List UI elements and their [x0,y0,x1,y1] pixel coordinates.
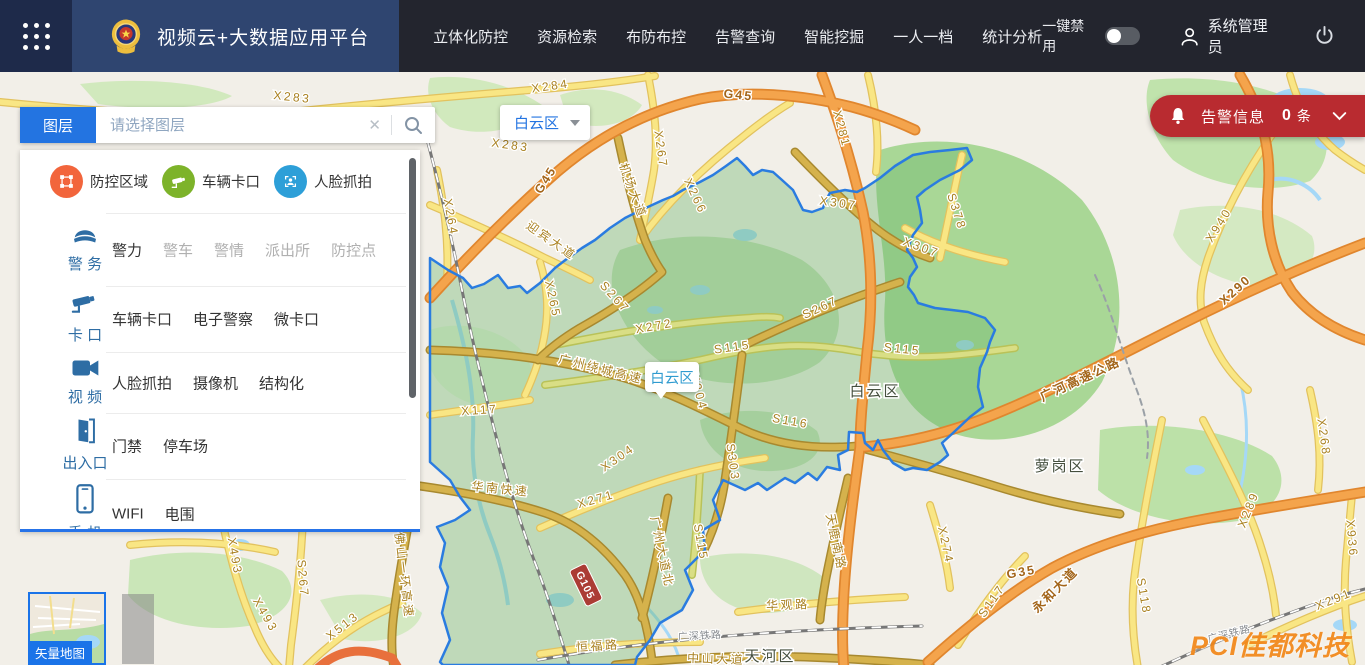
quick-layer-defense-area[interactable]: 防控区域 [50,165,148,198]
nav-item[interactable]: 立体化防控 [433,26,508,47]
category-phone[interactable]: 手 机 [56,483,114,532]
svg-text:中山大道: 中山大道 [687,650,746,665]
chevron-down-icon [570,120,580,126]
clear-search-icon[interactable]: ✕ [358,116,391,134]
nav-right-cluster: 一键禁用 系统管理员 [1042,15,1335,57]
category-row-checkpoint: 卡 口 车辆卡口电子警察微卡口 [20,286,420,352]
svg-text:萝岗区: 萝岗区 [1034,458,1085,475]
district-tooltip[interactable]: 白云区 [645,362,699,392]
quick-disable-toggle[interactable] [1105,27,1140,45]
app-title: 视频云+大数据应用平台 [157,23,369,50]
vehicle-checkpoint-icon [162,165,195,198]
region-selector[interactable]: 白云区 [500,105,590,140]
layer-tab[interactable]: 图层 [20,107,96,143]
layer-option[interactable]: 车辆卡口 [112,309,172,330]
category-entrance[interactable]: 出入口 [56,417,114,473]
layer-option[interactable]: 摄像机 [193,372,238,393]
grid-apps-icon [23,23,50,50]
svg-text:恒福路: 恒福路 [575,637,619,655]
quick-layers-row: 防控区域 车辆卡口 [20,150,420,213]
svg-text:华观路: 华观路 [766,596,810,613]
nav-item[interactable]: 布防布控 [626,26,686,47]
layer-option[interactable]: 停车场 [163,436,208,457]
top-bar: 视频云+大数据应用平台 立体化防控 资源检索 布防布控 告警查询 智能挖掘 一人一档 统计分… [0,0,1365,72]
user-icon [1180,26,1199,47]
layer-option[interactable]: 结构化 [259,372,304,393]
username: 系统管理员 [1208,15,1280,57]
region-selector-value: 白云区 [514,112,570,133]
category-row-entrance: 出入口 门禁停车场 [20,413,420,479]
logo-section: 视频云+大数据应用平台 [72,0,399,72]
search-icon[interactable] [392,116,435,135]
layer-panel: 防控区域 车辆卡口 [20,150,420,532]
category-police[interactable]: 警 务 [56,224,114,274]
video-camera-icon [70,357,100,379]
layer-option[interactable]: 警情 [214,239,244,260]
alarm-label: 告警信息 [1201,106,1265,127]
apps-menu-button[interactable] [0,0,72,72]
layer-option[interactable]: 微卡口 [274,309,319,330]
category-video[interactable]: 视 频 [56,357,114,407]
layer-option[interactable]: 门禁 [112,436,142,457]
layer-search-bar: 图层 ✕ [20,107,435,143]
layer-option[interactable]: 派出所 [265,239,310,260]
nav-item[interactable]: 告警查询 [715,26,775,47]
alarm-count: 0 [1282,107,1291,125]
quick-disable-label: 一键禁用 [1042,16,1096,56]
basemap-alt-thumbnail[interactable] [122,594,154,664]
nav-item[interactable]: 一人一档 [893,26,953,47]
layer-option[interactable]: 电围 [165,504,195,525]
layer-option[interactable]: WIFI [112,506,144,523]
power-icon [1314,25,1335,47]
category-checkpoint[interactable]: 卡 口 [56,291,114,345]
panel-scrollbar[interactable] [409,158,416,398]
police-cap-icon [70,224,100,246]
phone-icon [74,483,96,515]
bell-icon [1170,107,1186,125]
alarm-banner[interactable]: 告警信息 0 条 [1150,95,1365,137]
main-nav: 立体化防控 资源检索 布防布控 告警查询 智能挖掘 一人一档 统计分析 [433,26,1042,47]
cctv-camera-icon [70,291,100,317]
door-icon [72,417,98,445]
alarm-expand-chevron[interactable] [1332,111,1347,121]
user-menu[interactable]: 系统管理员 [1180,15,1280,57]
category-row-video: 视 频 人脸抓拍摄像机结构化 [20,352,420,413]
layer-option[interactable]: 警车 [163,239,193,260]
nav-item[interactable]: 智能挖掘 [804,26,864,47]
nav-item[interactable]: 资源检索 [537,26,597,47]
category-row-phone: 手 机 WIFI 电围 [20,479,420,532]
toggle-knob [1107,29,1121,43]
area-zone-icon [50,165,83,198]
quick-layer-vehicle-checkpoint[interactable]: 车辆卡口 [162,165,260,198]
alarm-unit: 条 [1297,106,1311,126]
police-badge-logo [110,17,142,55]
svg-text:天河区: 天河区 [744,648,795,665]
vendor-watermark: PCI佳都科技 [1190,624,1350,663]
layer-option[interactable]: 电子警察 [193,309,253,330]
svg-text:X117: X117 [461,402,499,419]
app-window: X284X283X283G45G45X267X266X264X265迎宾大道机场… [0,0,1365,665]
nav-item[interactable]: 统计分析 [982,26,1042,47]
layer-option[interactable]: 警力 [112,239,142,260]
layer-option[interactable]: 防控点 [331,239,376,260]
face-capture-icon [274,165,307,198]
minimap-label: 矢量地图 [28,641,92,665]
layer-search-input[interactable] [96,117,358,134]
minimap[interactable]: 矢量地图 [28,592,106,665]
svg-text:白云区: 白云区 [849,383,900,400]
category-row-police: 警 务 警力警车警情派出所防控点 [20,213,420,286]
layer-option[interactable]: 人脸抓拍 [112,372,172,393]
logout-button[interactable] [1314,25,1335,47]
quick-layer-face-capture[interactable]: 人脸抓拍 [274,165,372,198]
